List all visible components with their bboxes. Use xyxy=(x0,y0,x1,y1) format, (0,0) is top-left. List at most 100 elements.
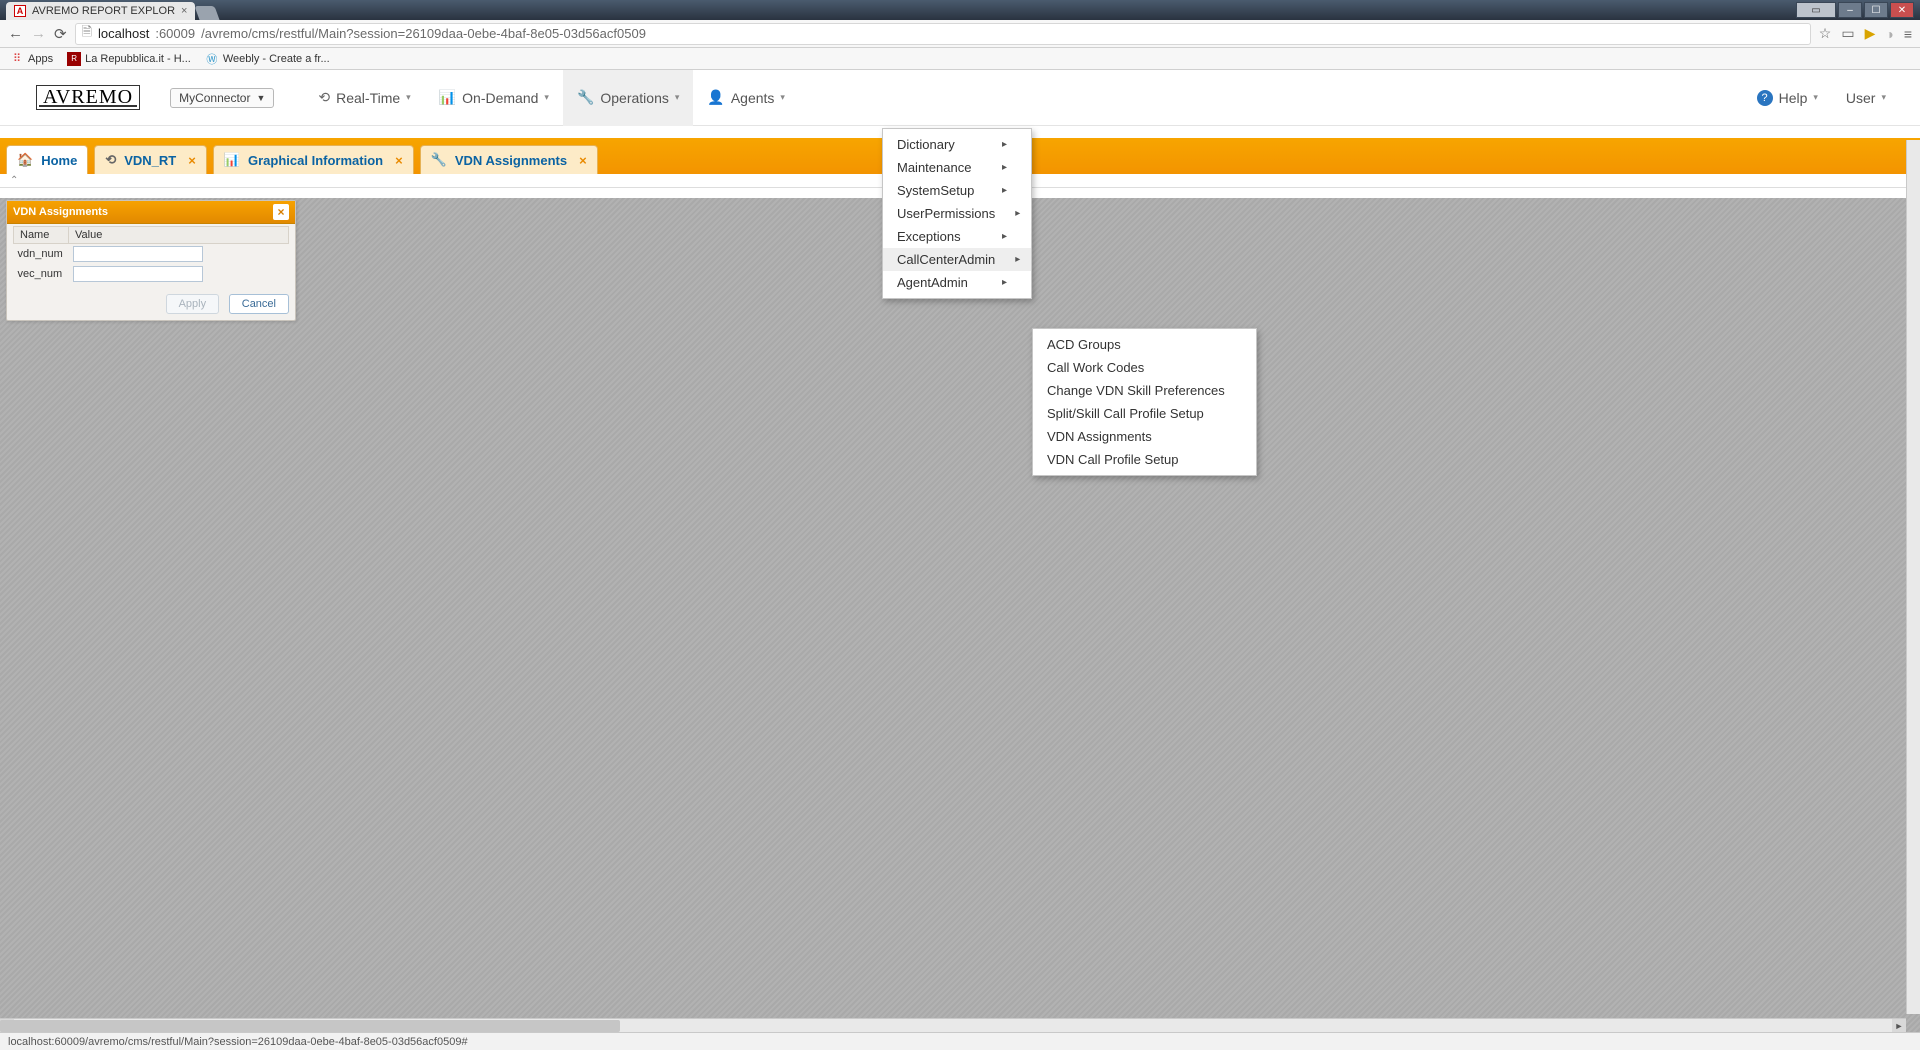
menu-systemsetup[interactable]: SystemSetup▸ xyxy=(883,179,1031,202)
menu-maintenance[interactable]: Maintenance▸ xyxy=(883,156,1031,179)
address-bar[interactable]: 🗎 localhost:60009/avremo/cms/restful/Mai… xyxy=(75,23,1811,45)
tab-vdn-rt[interactable]: ⟲VDN_RT× xyxy=(94,145,207,174)
menu-dictionary[interactable]: Dictionary▸ xyxy=(883,133,1031,156)
submenu-acd-groups[interactable]: ACD Groups xyxy=(1033,333,1256,356)
menu-user[interactable]: User▾ xyxy=(1832,70,1900,126)
col-name: Name xyxy=(14,227,69,244)
menu-ondemand[interactable]: 📊On-Demand▾ xyxy=(425,70,563,126)
tab-close-icon[interactable]: × xyxy=(575,153,587,168)
tab-home[interactable]: 🏠Home xyxy=(6,145,88,174)
scroll-right-button[interactable]: ► xyxy=(1892,1019,1906,1033)
vertical-scrollbar[interactable] xyxy=(1906,140,1920,1014)
user-icon: 👤 xyxy=(707,89,724,106)
submenu-vdn-call-profile[interactable]: VDN Call Profile Setup xyxy=(1033,448,1256,471)
menu-callcenteradmin[interactable]: CallCenterAdmin▸ xyxy=(883,248,1031,271)
window-close-button[interactable]: ✕ xyxy=(1890,2,1914,18)
url-host: localhost xyxy=(98,26,149,41)
chevron-right-icon: ▸ xyxy=(1002,139,1007,150)
tab-graphical[interactable]: 📊Graphical Information× xyxy=(213,145,414,174)
param-name: vec_num xyxy=(14,264,69,284)
window-maximize-button[interactable]: ☐ xyxy=(1864,2,1888,18)
chevron-right-icon: ▸ xyxy=(1015,254,1020,265)
col-value: Value xyxy=(69,227,289,244)
tab-close-icon[interactable]: × xyxy=(391,153,403,168)
workspace: VDN Assignments × Name Value vdn_num vec… xyxy=(0,198,1920,1032)
chevron-right-icon: ▸ xyxy=(1002,185,1007,196)
bookmark-icon: R xyxy=(67,52,81,66)
apps-button[interactable]: ⠿Apps xyxy=(10,52,53,66)
chevron-down-icon: ▾ xyxy=(1881,92,1886,103)
browser-toolbar: ← → ⟳ 🗎 localhost:60009/avremo/cms/restf… xyxy=(0,20,1920,48)
favicon-icon: A xyxy=(14,5,26,17)
chevron-right-icon: ▸ xyxy=(1015,208,1020,219)
menu-agents[interactable]: 👤Agents▾ xyxy=(693,70,799,126)
chevron-down-icon: ▾ xyxy=(406,92,411,103)
wrench-icon: 🔧 xyxy=(577,89,594,106)
bookmark-weebly[interactable]: ⓌWeebly - Create a fr... xyxy=(205,52,330,66)
scroll-thumb[interactable] xyxy=(0,1020,620,1032)
menu-exceptions[interactable]: Exceptions▸ xyxy=(883,225,1031,248)
browser-tab[interactable]: A AVREMO REPORT EXPLOR × xyxy=(6,2,195,20)
apply-button[interactable]: Apply xyxy=(166,294,220,314)
back-button[interactable]: ← xyxy=(8,25,23,42)
window-titlebar: A AVREMO REPORT EXPLOR × ▭ – ☐ ✕ xyxy=(0,0,1920,20)
app-header: AVREMO MyConnector ▼ ⟲Real-Time▾ 📊On-Dem… xyxy=(0,70,1920,126)
chevron-right-icon: ▸ xyxy=(1002,231,1007,242)
horizontal-scrollbar[interactable]: ◄ ► xyxy=(0,1018,1906,1032)
connector-select[interactable]: MyConnector ▼ xyxy=(170,88,274,108)
refresh-icon: ⟲ xyxy=(105,152,116,168)
vec-num-input[interactable] xyxy=(73,266,203,282)
window-shade-button[interactable]: ▭ xyxy=(1796,2,1836,18)
status-bar: localhost:60009/avremo/cms/restful/Main?… xyxy=(0,1032,1920,1050)
tab-vdn-assignments[interactable]: 🔧VDN Assignments× xyxy=(420,145,598,174)
new-tab-button[interactable] xyxy=(195,6,220,20)
url-port: :60009 xyxy=(155,26,195,41)
connector-label: MyConnector xyxy=(179,91,250,105)
submenu-vdn-assignments[interactable]: VDN Assignments xyxy=(1033,425,1256,448)
menu-userpermissions[interactable]: UserPermissions▸ xyxy=(883,202,1031,225)
menu-operations[interactable]: 🔧Operations▾ xyxy=(563,70,693,126)
tab-close-icon[interactable]: × xyxy=(184,153,196,168)
forward-button[interactable]: → xyxy=(31,25,46,42)
bookmark-icon: Ⓦ xyxy=(205,52,219,66)
chevron-down-icon: ▾ xyxy=(1813,92,1818,103)
cancel-button[interactable]: Cancel xyxy=(229,294,289,314)
chevron-down-icon: ▾ xyxy=(675,92,680,103)
menu-realtime[interactable]: ⟲Real-Time▾ xyxy=(304,70,424,126)
panel-close-button[interactable]: × xyxy=(273,204,289,220)
chevron-down-icon: ▼ xyxy=(256,93,265,103)
chevron-right-icon: ▸ xyxy=(1002,277,1007,288)
bookmarks-bar: ⠿Apps RLa Repubblica.it - H... ⓌWeebly -… xyxy=(0,48,1920,70)
tab-close-icon[interactable]: × xyxy=(181,5,187,17)
callcenteradmin-submenu: ACD Groups Call Work Codes Change VDN Sk… xyxy=(1032,328,1257,476)
operations-dropdown: Dictionary▸ Maintenance▸ SystemSetup▸ Us… xyxy=(882,128,1032,299)
play-icon[interactable]: ▶ xyxy=(1865,25,1876,42)
bookmark-repubblica[interactable]: RLa Repubblica.it - H... xyxy=(67,52,191,66)
devices-icon[interactable]: ▭ xyxy=(1841,25,1854,42)
chart-icon: 📊 xyxy=(224,152,240,168)
submenu-split-skill-profile[interactable]: Split/Skill Call Profile Setup xyxy=(1033,402,1256,425)
app-root: AVREMO MyConnector ▼ ⟲Real-Time▾ 📊On-Dem… xyxy=(0,70,1920,1032)
params-table: Name Value vdn_num vec_num xyxy=(13,226,289,284)
menu-help[interactable]: ?Help▾ xyxy=(1743,70,1832,126)
reload-button[interactable]: ⟳ xyxy=(54,25,67,43)
ext-icon[interactable]: ◑ xyxy=(1885,26,1893,42)
submenu-call-work-codes[interactable]: Call Work Codes xyxy=(1033,356,1256,379)
home-icon: 🏠 xyxy=(17,152,33,168)
menu-agentadmin[interactable]: AgentAdmin▸ xyxy=(883,271,1031,294)
submenu-change-vdn-skill[interactable]: Change VDN Skill Preferences xyxy=(1033,379,1256,402)
vdn-assignments-panel: VDN Assignments × Name Value vdn_num vec… xyxy=(6,200,296,321)
vdn-num-input[interactable] xyxy=(73,246,203,262)
url-path: /avremo/cms/restful/Main?session=26109da… xyxy=(201,26,646,41)
panel-header[interactable]: VDN Assignments × xyxy=(7,201,295,224)
window-minimize-button[interactable]: – xyxy=(1838,2,1862,18)
panel-title: VDN Assignments xyxy=(13,206,108,218)
scroll-left-icon[interactable]: ⌃ xyxy=(10,175,18,186)
brand-logo: AVREMO xyxy=(36,85,140,110)
chevron-right-icon: ▸ xyxy=(1002,162,1007,173)
param-name: vdn_num xyxy=(14,244,69,265)
help-icon: ? xyxy=(1757,90,1773,106)
apps-icon: ⠿ xyxy=(10,52,24,66)
menu-icon[interactable]: ≡ xyxy=(1904,26,1912,42)
star-icon[interactable]: ☆ xyxy=(1819,25,1832,42)
